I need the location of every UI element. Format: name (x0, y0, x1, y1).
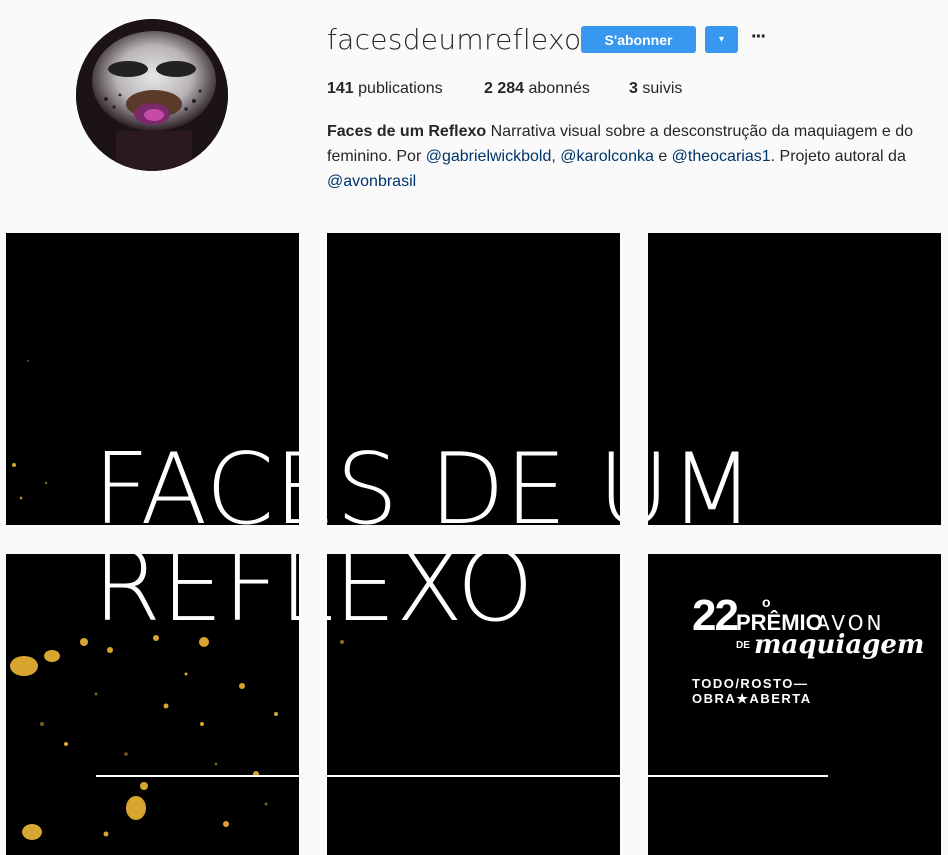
mention-link[interactable]: @avonbrasil (327, 173, 416, 190)
mention-link[interactable]: @theocarias1 (672, 148, 771, 165)
post-tile[interactable]: FACES DE UM (648, 233, 941, 525)
mention-link[interactable]: @karolconka (560, 148, 654, 165)
award-de: DE (736, 640, 750, 651)
bio-name: Faces de um Reflexo (327, 123, 487, 140)
profile-username: facesdeumreflexo (327, 23, 582, 56)
publications-count: 141 (327, 80, 354, 97)
profile-avatar (76, 19, 228, 171)
post-tile[interactable]: REFLEXO (6, 554, 299, 855)
mention-link[interactable]: @gabrielwickbold (426, 148, 552, 165)
following-label: suivis (642, 80, 683, 97)
award-ordinal: o (762, 594, 771, 610)
stat-following[interactable]: 3 suivis (629, 79, 682, 99)
bio-separator: , (551, 148, 561, 165)
tile-divider-line (327, 640, 620, 777)
post-tile[interactable]: FACES DE UM (6, 233, 299, 525)
bio-separator: e (653, 148, 672, 165)
follow-button[interactable]: S'abonner (581, 26, 696, 53)
post-title-text: FACES DE UM (327, 433, 620, 525)
followers-label: abonnés (528, 80, 590, 97)
award-script: maquiagem (754, 630, 925, 660)
bio-text: . Projeto autoral da (770, 148, 906, 165)
post-tile[interactable]: 22 o PRÊMIO AVON DE maquiagem TODO/ROSTO… (648, 554, 941, 855)
post-title-text: FACES DE UM (648, 433, 755, 525)
more-options-icon[interactable]: ··· (748, 27, 768, 51)
award-logo: 22 o PRÊMIO AVON DE maquiagem TODO/ROSTO… (692, 591, 924, 707)
avatar-photo (76, 19, 228, 171)
followers-count: 2 284 (484, 80, 525, 97)
publications-label: publications (358, 80, 443, 97)
stat-publications: 141 publications (327, 79, 443, 99)
profile-bio: Faces de um Reflexo Narrativa visual sob… (327, 119, 917, 194)
dropdown-caret-icon[interactable]: ▾ (705, 26, 738, 53)
post-tile[interactable]: FACES DE UM (327, 233, 620, 525)
following-count: 3 (629, 80, 638, 97)
award-tagline: TODO/ROSTO—OBRA★ABERTA (692, 676, 812, 706)
gold-particles (12, 360, 48, 500)
gold-particles (10, 635, 299, 840)
award-number: 22 (692, 591, 739, 640)
post-tile[interactable]: REFLEXO (327, 554, 620, 855)
stat-followers[interactable]: 2 284 abonnés (484, 79, 590, 99)
